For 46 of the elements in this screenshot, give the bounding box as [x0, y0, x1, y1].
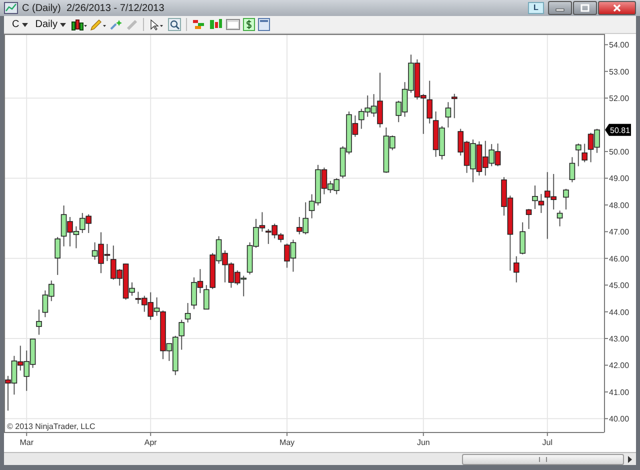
- axis-label: 45.00: [609, 281, 630, 290]
- pencil-icon[interactable]: [90, 18, 106, 30]
- bars-icon[interactable]: [192, 18, 206, 31]
- zoom-icon[interactable]: [168, 18, 182, 31]
- link-button[interactable]: L: [528, 2, 544, 14]
- minimize-button[interactable]: [548, 1, 572, 15]
- axis-label: 44.00: [609, 308, 630, 317]
- window-icon[interactable]: [226, 18, 240, 31]
- copyright-text: © 2013 NinjaTrader, LLC: [7, 422, 96, 431]
- axis-label: 49.00: [609, 174, 630, 184]
- axis-label: 40.00: [609, 414, 630, 424]
- axis-label: Mar: [20, 438, 34, 447]
- axis-label: 50.00: [609, 148, 630, 157]
- bar-chart-icon[interactable]: [71, 18, 88, 30]
- close-button[interactable]: [598, 1, 636, 15]
- axis-label: 41.00: [609, 388, 630, 397]
- instrument-dropdown[interactable]: C: [10, 19, 30, 30]
- axis-label: 53.00: [609, 67, 630, 76]
- axis-label: 47.00: [609, 228, 630, 237]
- axis-label: 48.00: [609, 200, 630, 210]
- right-arrow-icon[interactable]: [626, 454, 634, 464]
- candles-icon[interactable]: [209, 18, 224, 31]
- caret-icon: [22, 22, 28, 26]
- axis-label: 46.00: [609, 254, 630, 264]
- axis-label: May: [279, 438, 295, 447]
- window-title: C (Daily) 2/26/2013 - 7/12/2013: [22, 2, 164, 14]
- cursor-icon[interactable]: [149, 18, 166, 30]
- sparkle-icon[interactable]: [109, 18, 124, 30]
- axis-label: Apr: [144, 438, 157, 447]
- axis-label: 52.00: [609, 94, 630, 104]
- price-tag: 50.81: [605, 124, 631, 136]
- axis-label: 43.00: [609, 334, 630, 344]
- horizontal-scrollbar[interactable]: [4, 452, 636, 465]
- interval-dropdown[interactable]: Daily: [33, 19, 68, 30]
- axis-label: 54.00: [609, 40, 630, 50]
- axis-label: Jun: [416, 438, 430, 447]
- maximize-icon: [580, 4, 590, 12]
- panel-icon[interactable]: [258, 18, 270, 31]
- axis-label: Jul: [542, 438, 553, 447]
- maximize-button[interactable]: [573, 1, 597, 15]
- axis-label: 42.00: [609, 361, 630, 370]
- chart-icon: [4, 2, 18, 14]
- caret-icon: [60, 22, 66, 26]
- scrollbar-thumb[interactable]: [462, 454, 624, 464]
- dollar-icon[interactable]: [243, 18, 256, 31]
- close-icon: [612, 4, 622, 12]
